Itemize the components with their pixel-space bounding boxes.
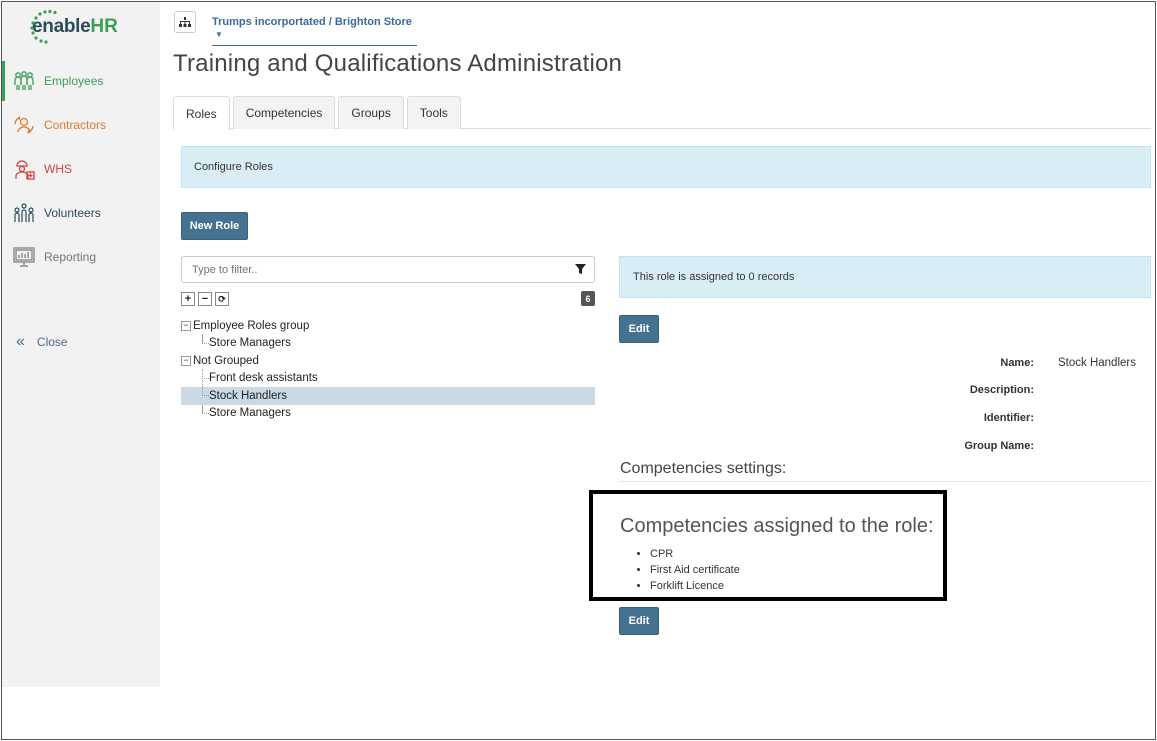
double-chevron-left-icon: «: [16, 333, 25, 350]
edit-role-button[interactable]: Edit: [619, 315, 659, 343]
collapse-all-button[interactable]: −: [198, 292, 212, 306]
assigned-competencies-heading: Competencies assigned to the role:: [620, 515, 934, 537]
logo-text-hr: HR: [90, 16, 118, 37]
tree-item-stock-handlers[interactable]: Stock Handlers: [181, 387, 595, 405]
identifier-label: Identifier:: [983, 412, 1034, 424]
tree-item-store-managers[interactable]: Store Managers: [181, 404, 595, 423]
refresh-button[interactable]: ⟳: [215, 292, 229, 306]
tab-tools[interactable]: Tools: [406, 96, 461, 129]
sidebar-item-label: Employees: [44, 74, 104, 88]
tree-item-label: Store Managers: [209, 337, 291, 350]
caret-down-icon: ▼: [215, 30, 223, 39]
sidebar-item-whs[interactable]: WHS: [2, 149, 160, 189]
tree-item-label: Store Managers: [209, 407, 291, 420]
sidebar-close-button[interactable]: « Close: [2, 322, 160, 362]
group-name-label: Group Name:: [964, 440, 1034, 452]
page-title: Training and Qualifications Administrati…: [173, 50, 623, 77]
tree-item-label: Stock Handlers: [209, 389, 287, 402]
collapse-toggle-icon[interactable]: −: [181, 355, 191, 366]
sidebar-item-label: WHS: [44, 162, 72, 176]
tree-group-employee-roles[interactable]: − Employee Roles group: [181, 317, 595, 335]
list-item: First Aid certificate: [650, 562, 740, 578]
description-label: Description:: [969, 384, 1034, 396]
plus-icon: +: [184, 292, 192, 305]
org-selector-label: Trumps incorportated / Brighton Store: [212, 16, 412, 28]
tree-group-label: Employee Roles group: [193, 319, 310, 332]
volunteers-icon: [12, 201, 36, 225]
tab-competencies[interactable]: Competencies: [232, 96, 336, 129]
tree-item-front-desk-assistants[interactable]: Front desk assistants: [181, 369, 595, 388]
list-item: Forklift Licence: [650, 578, 740, 594]
tree-group-label: Not Grouped: [193, 354, 259, 367]
tree-item-label: Front desk assistants: [209, 372, 318, 385]
sidebar-close-label: Close: [36, 335, 68, 349]
sidebar-item-label: Volunteers: [44, 206, 101, 220]
sidebar-item-contractors[interactable]: Contractors: [2, 105, 160, 145]
filter-icon[interactable]: [575, 264, 586, 275]
assigned-competencies-list: CPR First Aid certificate Forklift Licen…: [638, 546, 740, 594]
sidebar-item-label: Reporting: [44, 250, 97, 264]
tree-connector: [202, 404, 209, 414]
role-filter-input[interactable]: [192, 263, 552, 276]
logo-dots-icon: [30, 9, 57, 44]
section-divider: [619, 481, 1151, 482]
name-value: Stock Handlers: [1058, 357, 1136, 369]
tab-bar: Roles Competencies Groups Tools: [173, 96, 464, 130]
expand-all-button[interactable]: +: [181, 292, 195, 306]
refresh-icon: ⟳: [218, 293, 226, 304]
collapse-toggle-icon[interactable]: −: [181, 320, 191, 331]
tab-roles[interactable]: Roles: [173, 96, 230, 130]
tree-connector: [202, 334, 209, 344]
tab-groups[interactable]: Groups: [338, 96, 404, 129]
list-item: CPR: [650, 546, 740, 562]
tree-toolbar: + − ⟳: [181, 292, 229, 306]
app-window: enable HR Employees Contractors WHS Volu…: [1, 1, 1156, 740]
role-filter-box: [181, 256, 595, 283]
name-label: Name:: [1000, 357, 1034, 369]
edit-competencies-button[interactable]: Edit: [619, 607, 659, 635]
tree-group-not-grouped[interactable]: − Not Grouped: [181, 352, 595, 370]
sidebar-item-reporting[interactable]: Reporting: [2, 237, 160, 277]
org-chart-icon: [179, 17, 191, 27]
contractors-icon: [12, 113, 36, 137]
competencies-settings-heading: Competencies settings:: [620, 460, 787, 477]
sidebar-item-employees[interactable]: Employees: [2, 61, 160, 101]
tree-item-store-managers[interactable]: Store Managers: [181, 334, 595, 353]
employees-icon: [12, 69, 36, 93]
tree-connector: [202, 387, 209, 396]
tree-connector: [202, 369, 209, 379]
role-records-banner: This role is assigned to 0 records: [619, 256, 1151, 298]
new-role-button[interactable]: New Role: [181, 212, 248, 240]
whs-icon: [12, 157, 36, 181]
role-count-badge: 6: [581, 291, 595, 306]
sidebar: enable HR Employees Contractors WHS Volu…: [2, 2, 160, 687]
configure-roles-banner: Configure Roles: [181, 146, 1151, 188]
org-chart-button[interactable]: [174, 11, 196, 33]
sidebar-item-label: Contractors: [44, 118, 107, 132]
minus-icon: −: [201, 292, 209, 305]
role-tree: − Employee Roles group Store Managers − …: [181, 317, 595, 422]
enablehr-logo[interactable]: enable HR: [30, 9, 118, 44]
sidebar-item-volunteers[interactable]: Volunteers: [2, 193, 160, 233]
reporting-icon: [12, 245, 36, 269]
org-selector-dropdown[interactable]: Trumps incorportated / Brighton Store ▼: [212, 16, 417, 46]
